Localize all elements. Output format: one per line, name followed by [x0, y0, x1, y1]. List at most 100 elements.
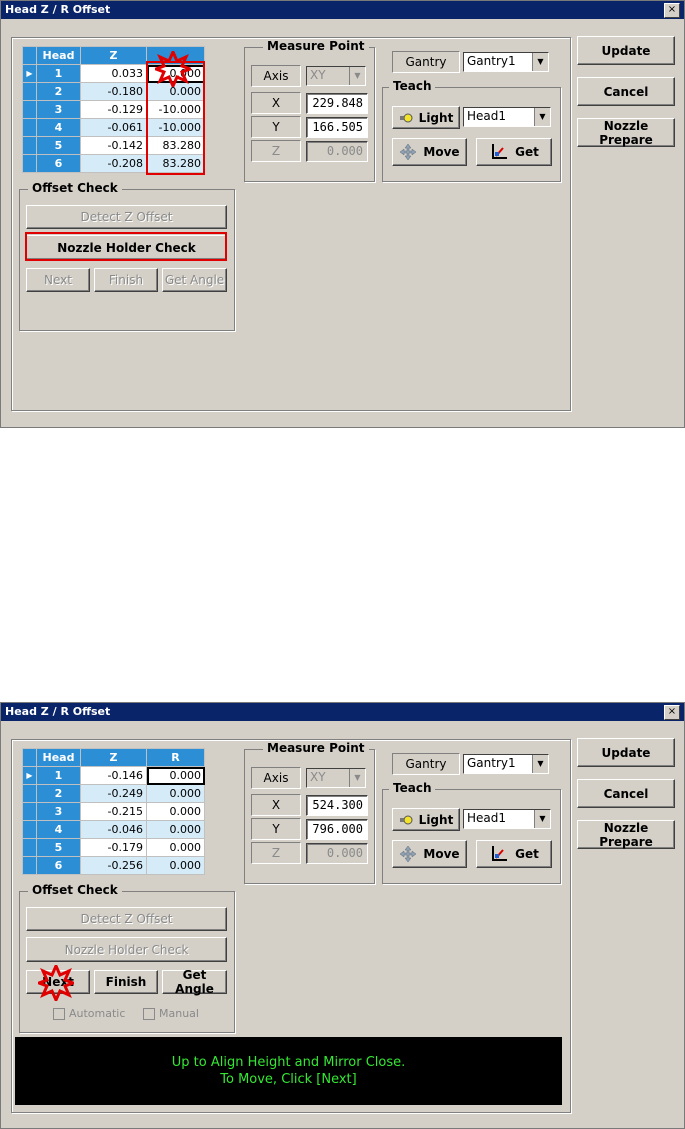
nozzle-prepare-button[interactable]: Nozzle Prepare [577, 118, 675, 147]
cell-z[interactable]: -0.215 [80, 802, 147, 821]
table-row[interactable]: 2 -0.249 0.000 [22, 784, 205, 803]
cell-z[interactable]: -0.061 [80, 118, 147, 137]
cell-r[interactable]: 0.000 [146, 838, 205, 857]
axis-select[interactable]: XY ▼ [306, 768, 366, 788]
offset-grid: Head Z R ▶ 1 -0.146 0.000 2 -0.249 0.000… [22, 748, 205, 875]
get-axis-icon [492, 846, 508, 861]
update-button[interactable]: Update [577, 36, 675, 65]
chevron-down-icon: ▼ [534, 108, 550, 126]
update-button[interactable]: Update [577, 738, 675, 767]
cell-z[interactable]: -0.249 [80, 784, 147, 803]
grid-corner [22, 748, 37, 767]
cell-z[interactable]: -0.179 [80, 838, 147, 857]
axis-select[interactable]: XY ▼ [306, 66, 366, 86]
row-head: 2 [36, 784, 81, 803]
move-label: Move [423, 145, 460, 159]
x-label: X [251, 794, 301, 816]
message-line-1: Up to Align Height and Mirror Close. [171, 1055, 406, 1070]
finish-button[interactable]: Finish [94, 970, 158, 994]
light-button[interactable]: Light [392, 808, 460, 831]
head-value: Head1 [467, 811, 507, 825]
table-row[interactable]: 6 -0.256 0.000 [22, 856, 205, 875]
close-button[interactable]: × [664, 705, 680, 720]
automatic-label: Automatic [69, 1007, 126, 1020]
gantry-value: Gantry1 [467, 756, 516, 770]
get-angle-button[interactable]: Get Angle [162, 968, 227, 996]
cell-z[interactable]: -0.180 [80, 82, 147, 101]
z-field[interactable]: 0.000 [306, 843, 368, 864]
message-line-2: To Move, Click [Next] [220, 1072, 357, 1087]
get-label: Get [515, 847, 539, 861]
move-label: Move [423, 847, 460, 861]
detect-z-offset-button[interactable]: Detect Z Offset [26, 205, 227, 229]
nozzle-check-highlight [25, 232, 227, 261]
teach-title: Teach [389, 79, 436, 93]
move-button[interactable]: Move [392, 138, 467, 166]
automatic-checkbox[interactable]: Automatic [53, 1007, 125, 1020]
gantry-select[interactable]: Gantry1 ▼ [463, 52, 549, 72]
head-select[interactable]: Head1 ▼ [463, 107, 551, 127]
row-indicator [22, 154, 37, 173]
cell-z[interactable]: -0.208 [80, 154, 147, 173]
get-label: Get [515, 145, 539, 159]
move-button[interactable]: Move [392, 840, 467, 868]
cell-z[interactable]: -0.142 [80, 136, 147, 155]
cell-z[interactable]: -0.046 [80, 820, 147, 839]
row-indicator-icon: ▶ [22, 766, 37, 785]
cell-r[interactable]: 0.000 [146, 820, 205, 839]
get-angle-button[interactable]: Get Angle [162, 268, 227, 292]
y-field[interactable]: 166.505 [306, 117, 368, 138]
axis-value: XY [310, 770, 326, 784]
row-indicator [22, 856, 37, 875]
row-head: 1 [36, 64, 81, 83]
checkbox-box [143, 1007, 155, 1020]
row-indicator [22, 100, 37, 119]
offset-check-title: Offset Check [28, 181, 122, 195]
nozzle-holder-check-button[interactable]: Nozzle Holder Check [26, 937, 227, 962]
manual-checkbox[interactable]: Manual [143, 1007, 199, 1020]
next-button[interactable]: Next [26, 268, 90, 292]
close-button[interactable]: × [664, 3, 680, 18]
get-button[interactable]: Get [476, 138, 552, 166]
light-button[interactable]: Light [392, 106, 460, 129]
cell-r[interactable]: 0.000 [146, 856, 205, 875]
cell-r[interactable]: 0.000 [146, 766, 205, 785]
cell-z[interactable]: -0.256 [80, 856, 147, 875]
row-head: 2 [36, 82, 81, 101]
y-label: Y [251, 116, 301, 138]
row-head: 5 [36, 136, 81, 155]
get-button[interactable]: Get [476, 840, 552, 868]
x-label: X [251, 92, 301, 114]
teach-group: Teach [382, 781, 561, 884]
table-row[interactable]: 5 -0.179 0.000 [22, 838, 205, 857]
cell-z[interactable]: 0.033 [80, 64, 147, 83]
nozzle-prepare-button[interactable]: Nozzle Prepare [577, 820, 675, 849]
dialog-window-2: Head Z / R Offset × Head Z R ▶ 1 -0.146 … [0, 702, 685, 1129]
finish-button[interactable]: Finish [94, 268, 158, 292]
col-head: Head [36, 46, 81, 65]
table-row[interactable]: 4 -0.046 0.000 [22, 820, 205, 839]
chevron-down-icon: ▼ [532, 755, 548, 773]
y-field[interactable]: 796.000 [306, 819, 368, 840]
light-label: Light [418, 110, 454, 125]
cell-z[interactable]: -0.146 [80, 766, 147, 785]
cell-r[interactable]: 0.000 [146, 802, 205, 821]
table-row[interactable]: ▶ 1 -0.146 0.000 [22, 766, 205, 785]
y-label: Y [251, 818, 301, 840]
x-field[interactable]: 229.848 [306, 93, 368, 114]
move-arrows-icon [400, 143, 417, 161]
head-select[interactable]: Head1 ▼ [463, 809, 551, 829]
cancel-button[interactable]: Cancel [577, 779, 675, 808]
table-row[interactable]: 3 -0.215 0.000 [22, 802, 205, 821]
grid-corner [22, 46, 37, 65]
z-field[interactable]: 0.000 [306, 141, 368, 162]
teach-group: Teach [382, 79, 561, 182]
cancel-button[interactable]: Cancel [577, 77, 675, 106]
gantry-select[interactable]: Gantry1 ▼ [463, 754, 549, 774]
cell-r[interactable]: 0.000 [146, 784, 205, 803]
cell-z[interactable]: -0.129 [80, 100, 147, 119]
detect-z-offset-button[interactable]: Detect Z Offset [26, 907, 227, 931]
x-field[interactable]: 524.300 [306, 795, 368, 816]
z-label: Z [251, 842, 301, 864]
row-head: 6 [36, 856, 81, 875]
